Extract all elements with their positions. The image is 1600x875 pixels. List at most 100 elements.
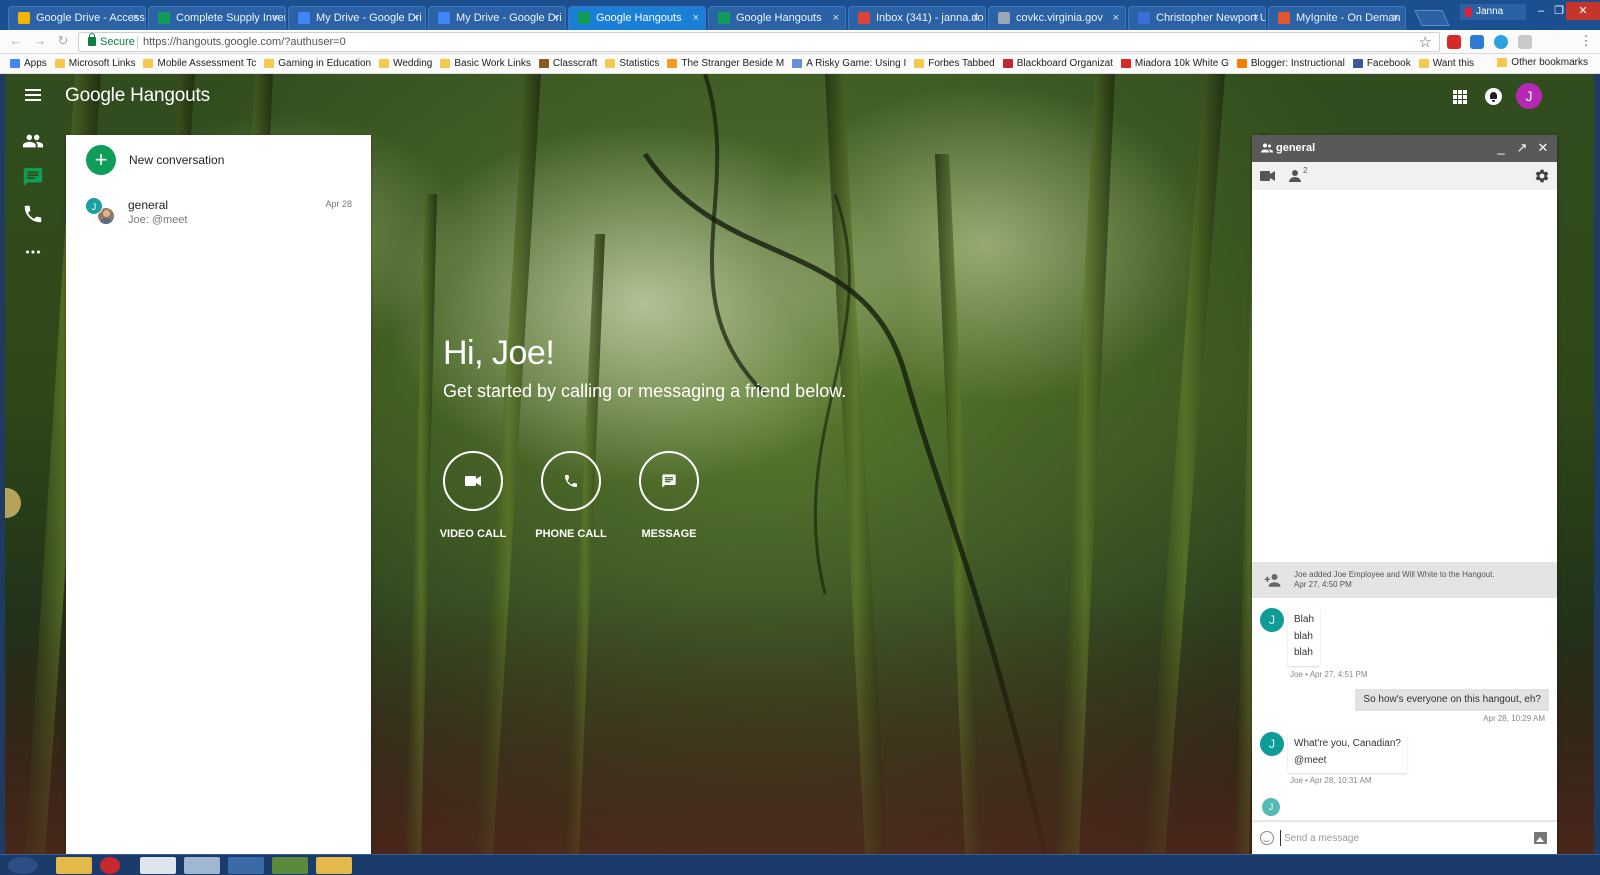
bookmark-folder[interactable]: Forbes Tabbed: [914, 58, 995, 69]
tab-close-icon[interactable]: ×: [1393, 7, 1399, 29]
browser-tab[interactable]: Christopher Newport U ×: [1128, 6, 1266, 30]
message-line: What're you, Canadian?: [1294, 738, 1401, 749]
browser-tab[interactable]: Google Drive - Access ×: [8, 6, 146, 30]
close-window-button[interactable]: ✕: [1566, 2, 1600, 20]
tab-title: Complete Supply Inven: [176, 12, 286, 24]
message-meta: Joe • Apr 28, 10:31 AM: [1290, 776, 1372, 785]
bookmark-folder[interactable]: Statistics: [605, 58, 659, 69]
message-avatar[interactable]: J: [1260, 732, 1284, 756]
tab-title: My Drive - Google Dri: [316, 12, 422, 24]
chat-message-area[interactable]: Joe added Joe Employee and Will White to…: [1252, 190, 1557, 820]
address-bar[interactable]: Secure https://hangouts.google.com/?auth…: [78, 32, 1440, 52]
bookmark-item[interactable]: Apps: [10, 58, 47, 69]
browser-tab[interactable]: Complete Supply Inven ×: [148, 6, 286, 30]
tab-close-icon[interactable]: ×: [973, 7, 979, 29]
bookmark-item[interactable]: Facebook: [1352, 58, 1411, 69]
emoji-icon[interactable]: [1260, 831, 1274, 845]
bookmark-folder[interactable]: Mobile Assessment Tc: [143, 58, 256, 69]
tab-close-icon[interactable]: ×: [553, 7, 559, 29]
tab-close-icon[interactable]: ×: [1253, 7, 1259, 29]
minimize-chat-icon[interactable]: _: [1493, 139, 1509, 157]
account-avatar[interactable]: J: [1516, 83, 1542, 109]
back-icon[interactable]: ←: [8, 33, 24, 49]
bookmark-folder[interactable]: Want this: [1418, 58, 1474, 69]
bookmark-item[interactable]: The Stranger Beside M: [667, 58, 784, 69]
reload-icon[interactable]: ↻: [55, 33, 71, 49]
notifications-icon[interactable]: [1485, 88, 1502, 105]
taskbar-app-icon[interactable]: [316, 857, 352, 874]
chat-header[interactable]: general _ ↗ ✕: [1252, 135, 1557, 162]
video-call-button[interactable]: VIDEO CALL: [433, 451, 513, 540]
apps-grid-icon[interactable]: [1453, 90, 1467, 104]
conversation-item[interactable]: J general Joe: @meet Apr 28: [66, 191, 371, 233]
browser-menu-icon[interactable]: ⋮: [1578, 33, 1594, 49]
tab-close-icon[interactable]: ×: [133, 7, 139, 29]
bookmark-item[interactable]: Classcraft: [538, 58, 597, 69]
book-icon: [667, 59, 678, 68]
bookmark-folder[interactable]: Wedding: [379, 58, 432, 69]
browser-tab[interactable]: Inbox (341) - janna.do ×: [848, 6, 986, 30]
bookmark-label: Microsoft Links: [68, 58, 136, 69]
profile-button[interactable]: Janna: [1460, 4, 1526, 20]
bookmark-folder[interactable]: Basic Work Links: [440, 58, 531, 69]
contacts-icon[interactable]: [22, 130, 44, 152]
extension-icon[interactable]: [1447, 35, 1461, 49]
add-people-icon[interactable]: [1289, 169, 1301, 182]
browser-tab[interactable]: MyIgnite - On Deman ×: [1268, 6, 1406, 30]
close-chat-icon[interactable]: ✕: [1535, 139, 1551, 157]
drive-extension-icon[interactable]: [1518, 35, 1532, 49]
other-bookmarks-folder[interactable]: Other bookmarks: [1497, 57, 1588, 68]
main-menu-icon[interactable]: [25, 89, 41, 103]
more-icon[interactable]: [22, 241, 44, 263]
browser-tab[interactable]: Google Hangouts ×: [708, 6, 846, 30]
message-label: MESSAGE: [641, 528, 697, 540]
forward-icon[interactable]: →: [32, 33, 48, 49]
tab-close-icon[interactable]: ×: [273, 7, 279, 29]
tab-close-icon[interactable]: ×: [413, 7, 419, 29]
tab-close-icon[interactable]: ×: [1113, 7, 1119, 29]
start-button[interactable]: [8, 857, 38, 874]
site-icon: [792, 59, 803, 68]
tab-close-icon[interactable]: ×: [693, 7, 699, 29]
bookmark-item[interactable]: Miadora 10k White G: [1120, 58, 1229, 69]
bookmark-item[interactable]: Blogger: Instructional: [1236, 58, 1345, 69]
taskbar-app-icon[interactable]: [140, 857, 176, 874]
folder-icon: [1497, 58, 1508, 67]
secure-label: Secure: [100, 36, 135, 48]
video-call-icon[interactable]: [1260, 170, 1276, 182]
message-avatar[interactable]: J: [1260, 608, 1284, 632]
file-explorer-icon[interactable]: [56, 857, 92, 874]
skype-icon[interactable]: [1494, 35, 1508, 49]
phone-icon[interactable]: [22, 203, 44, 225]
taskbar-app-icon[interactable]: [228, 857, 264, 874]
bookmark-label: Other bookmarks: [1511, 57, 1588, 68]
new-conversation-button[interactable]: + New conversation: [86, 145, 224, 175]
bookmark-label: The Stranger Beside M: [681, 58, 785, 69]
bookmark-label: Basic Work Links: [454, 58, 531, 69]
message-input[interactable]: [1280, 830, 1524, 846]
url-text[interactable]: https://hangouts.google.com/?authuser=0: [143, 36, 346, 48]
popout-chat-icon[interactable]: ↗: [1514, 139, 1530, 157]
bookmark-folder[interactable]: Microsoft Links: [54, 58, 136, 69]
browser-tab[interactable]: My Drive - Google Dri ×: [288, 6, 426, 30]
messages-icon[interactable]: [22, 166, 44, 188]
browser-tab[interactable]: covkc.virginia.gov ×: [988, 6, 1126, 30]
bookmark-item[interactable]: Blackboard Organizat: [1002, 58, 1113, 69]
taskbar-app-icon[interactable]: [184, 857, 220, 874]
bookmark-item[interactable]: A Risky Game: Using I: [792, 58, 906, 69]
taskbar-app-icon[interactable]: [272, 857, 308, 874]
browser-tab[interactable]: My Drive - Google Dri ×: [428, 6, 566, 30]
new-tab-button[interactable]: [1414, 10, 1450, 26]
attach-image-icon[interactable]: [1534, 832, 1547, 844]
extension-icon[interactable]: [1470, 35, 1484, 49]
message-button[interactable]: MESSAGE: [629, 451, 709, 540]
bookmark-star-icon[interactable]: ☆: [1419, 33, 1432, 51]
chat-toolbar: 2: [1252, 162, 1557, 190]
phone-call-button[interactable]: PHONE CALL: [531, 451, 611, 540]
tab-close-icon[interactable]: ×: [833, 7, 839, 29]
chrome-icon[interactable]: [100, 857, 120, 874]
bookmark-folder[interactable]: Gaming in Education: [264, 58, 371, 69]
classcraft-icon: [538, 59, 549, 68]
browser-tab-active[interactable]: Google Hangouts ×: [568, 6, 706, 30]
settings-gear-icon[interactable]: [1534, 168, 1550, 184]
